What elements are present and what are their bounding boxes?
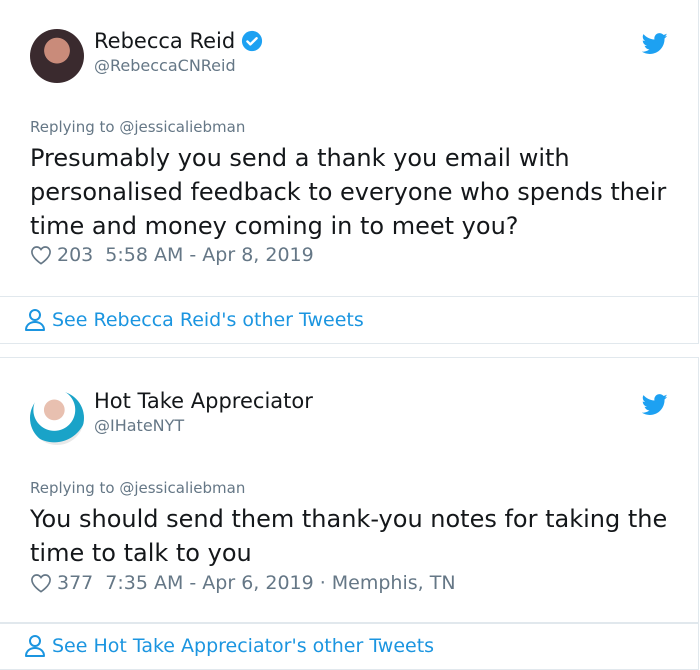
heart-outline-icon[interactable] <box>30 573 52 593</box>
separator: · <box>319 572 326 594</box>
person-outline-icon <box>25 309 45 331</box>
timestamp[interactable]: 7:35 AM - Apr 6, 2019 <box>105 572 313 594</box>
author-name[interactable]: Hot Take Appreciator <box>94 389 313 413</box>
author-name-text[interactable]: Rebecca Reid <box>94 29 235 53</box>
author-handle[interactable]: @IHateNYT <box>94 416 184 435</box>
like-count[interactable]: 203 <box>57 244 93 266</box>
tweet-card-rebecca[interactable]: Rebecca Reid @RebeccaCNReid Replying to … <box>0 0 699 297</box>
author-name[interactable]: Rebecca Reid <box>94 29 263 53</box>
replying-to[interactable]: Replying to @jessicaliebman <box>30 479 245 497</box>
twitter-bird-icon[interactable] <box>642 394 668 416</box>
author-handle[interactable]: @RebeccaCNReid <box>94 56 236 75</box>
verified-badge-icon <box>242 30 263 52</box>
see-other-tweets-label[interactable]: See Hot Take Appreciator's other Tweets <box>52 635 434 657</box>
avatar[interactable] <box>30 29 84 83</box>
replying-to[interactable]: Replying to @jessicaliebman <box>30 118 245 136</box>
tweet-text: Presumably you send a thank you email wi… <box>30 144 667 240</box>
see-other-tweets-label[interactable]: See Rebecca Reid's other Tweets <box>52 309 364 331</box>
heart-outline-icon[interactable] <box>30 245 52 265</box>
timestamp[interactable]: 5:58 AM - Apr 8, 2019 <box>105 244 313 266</box>
tweet-meta: 377 7:35 AM - Apr 6, 2019 · Memphis, TN <box>30 572 456 594</box>
author-name-text[interactable]: Hot Take Appreciator <box>94 389 313 413</box>
tweet-meta: 203 5:58 AM - Apr 8, 2019 <box>30 244 314 266</box>
twitter-bird-icon[interactable] <box>642 33 668 55</box>
like-count[interactable]: 377 <box>57 572 93 594</box>
see-other-tweets-link[interactable]: See Hot Take Appreciator's other Tweets <box>0 622 699 670</box>
see-other-tweets-link[interactable]: See Rebecca Reid's other Tweets <box>0 296 699 344</box>
location[interactable]: Memphis, TN <box>332 572 456 594</box>
tweet-text: You should send them thank-you notes for… <box>30 505 668 567</box>
avatar[interactable] <box>30 391 84 445</box>
person-outline-icon <box>25 635 45 657</box>
